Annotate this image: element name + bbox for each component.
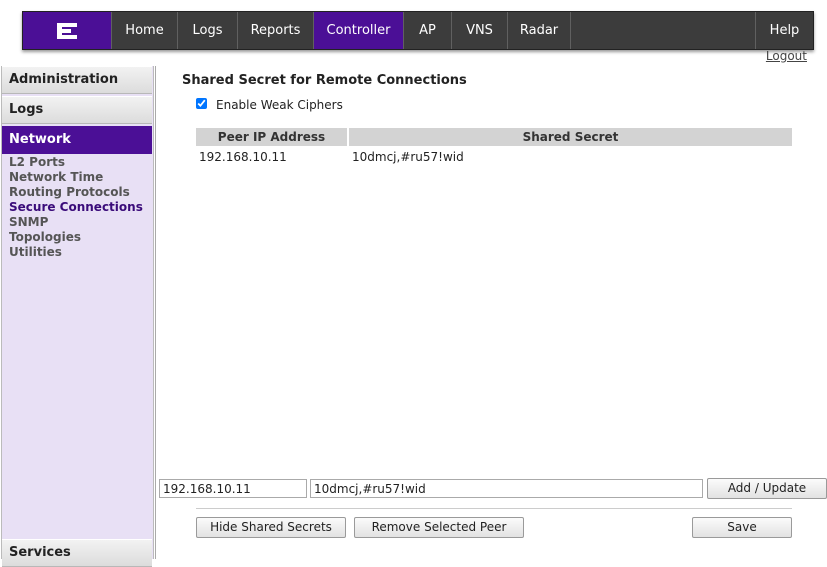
nav-vns[interactable]: VNS (451, 12, 507, 49)
nav-reports[interactable]: Reports (237, 12, 313, 49)
page-title: Shared Secret for Remote Connections (182, 73, 467, 88)
logout-link[interactable]: Logout (766, 49, 807, 63)
sidebar-item-network-time[interactable]: Network Time (9, 170, 103, 185)
nav-controller[interactable]: Controller (313, 12, 403, 49)
save-button[interactable]: Save (692, 517, 792, 538)
table-cell-shared-secret[interactable]: 10dmcj,#ru57!wid (352, 150, 464, 164)
nav-home[interactable]: Home (111, 12, 177, 49)
enable-weak-ciphers-checkbox[interactable] (196, 98, 207, 109)
extreme-logo-icon (57, 22, 77, 39)
top-navigation-bar: Home Logs Reports Controller AP VNS Rada… (22, 11, 814, 50)
peer-ip-input[interactable] (159, 479, 307, 498)
sidebar-divider (155, 66, 156, 559)
sidebar-item-utilities[interactable]: Utilities (9, 245, 62, 260)
sidebar: Administration Logs Network L2 Ports Net… (1, 66, 154, 567)
sidebar-item-l2-ports[interactable]: L2 Ports (9, 155, 65, 170)
column-header-shared-secret: Shared Secret (349, 128, 792, 146)
nav-ap[interactable]: AP (403, 12, 451, 49)
divider (196, 508, 792, 509)
nav-logs[interactable]: Logs (177, 12, 237, 49)
sidebar-section-logs[interactable]: Logs (2, 96, 152, 124)
sidebar-section-administration[interactable]: Administration (2, 66, 152, 94)
hide-shared-secrets-button[interactable]: Hide Shared Secrets (196, 517, 346, 538)
extreme-logo[interactable] (23, 12, 111, 49)
nav-help[interactable]: Help (755, 12, 813, 49)
sidebar-item-routing-protocols[interactable]: Routing Protocols (9, 185, 130, 200)
sidebar-item-snmp[interactable]: SNMP (9, 215, 48, 230)
sidebar-section-network[interactable]: Network (2, 126, 152, 154)
sidebar-item-secure-connections[interactable]: Secure Connections (9, 200, 143, 215)
enable-weak-ciphers-label: Enable Weak Ciphers (216, 98, 343, 112)
shared-secret-input[interactable] (310, 479, 703, 498)
table-cell-peer-ip[interactable]: 192.168.10.11 (199, 150, 287, 164)
sidebar-item-topologies[interactable]: Topologies (9, 230, 81, 245)
add-update-button[interactable]: Add / Update (707, 478, 827, 499)
column-header-peer-ip: Peer IP Address (196, 128, 347, 146)
sidebar-section-services[interactable]: Services (2, 539, 152, 567)
nav-radar[interactable]: Radar (507, 12, 571, 49)
remove-selected-peer-button[interactable]: Remove Selected Peer (354, 517, 524, 538)
